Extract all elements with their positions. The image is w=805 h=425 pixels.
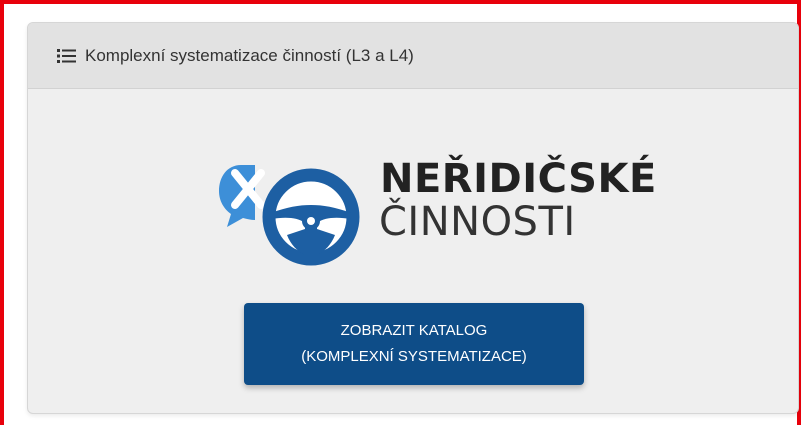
show-catalog-button-line2: (KOMPLEXNÍ SYSTEMATIZACE) (301, 348, 527, 365)
show-catalog-button-line1: ZOBRAZIT KATALOG (340, 322, 488, 339)
logo-title-line2: ČINNOSTI (379, 199, 576, 245)
show-catalog-button[interactable]: ZOBRAZIT KATALOG (KOMPLEXNÍ SYSTEMATIZAC… (244, 303, 584, 385)
panel-title: Komplexní systematizace činností (L3 a L… (85, 45, 414, 65)
list-icon (57, 48, 77, 64)
logo: NEŘIDIČSKÉ ČINNOSTI (213, 143, 656, 273)
systematization-panel: Komplexní systematizace činností (L3 a L… (27, 22, 799, 414)
panel-header: Komplexní systematizace činností (L3 a L… (28, 23, 798, 89)
logo-title-line1: NEŘIDIČSKÉ (380, 156, 657, 202)
steering-wheel-speech-bubble-icon (219, 165, 360, 266)
